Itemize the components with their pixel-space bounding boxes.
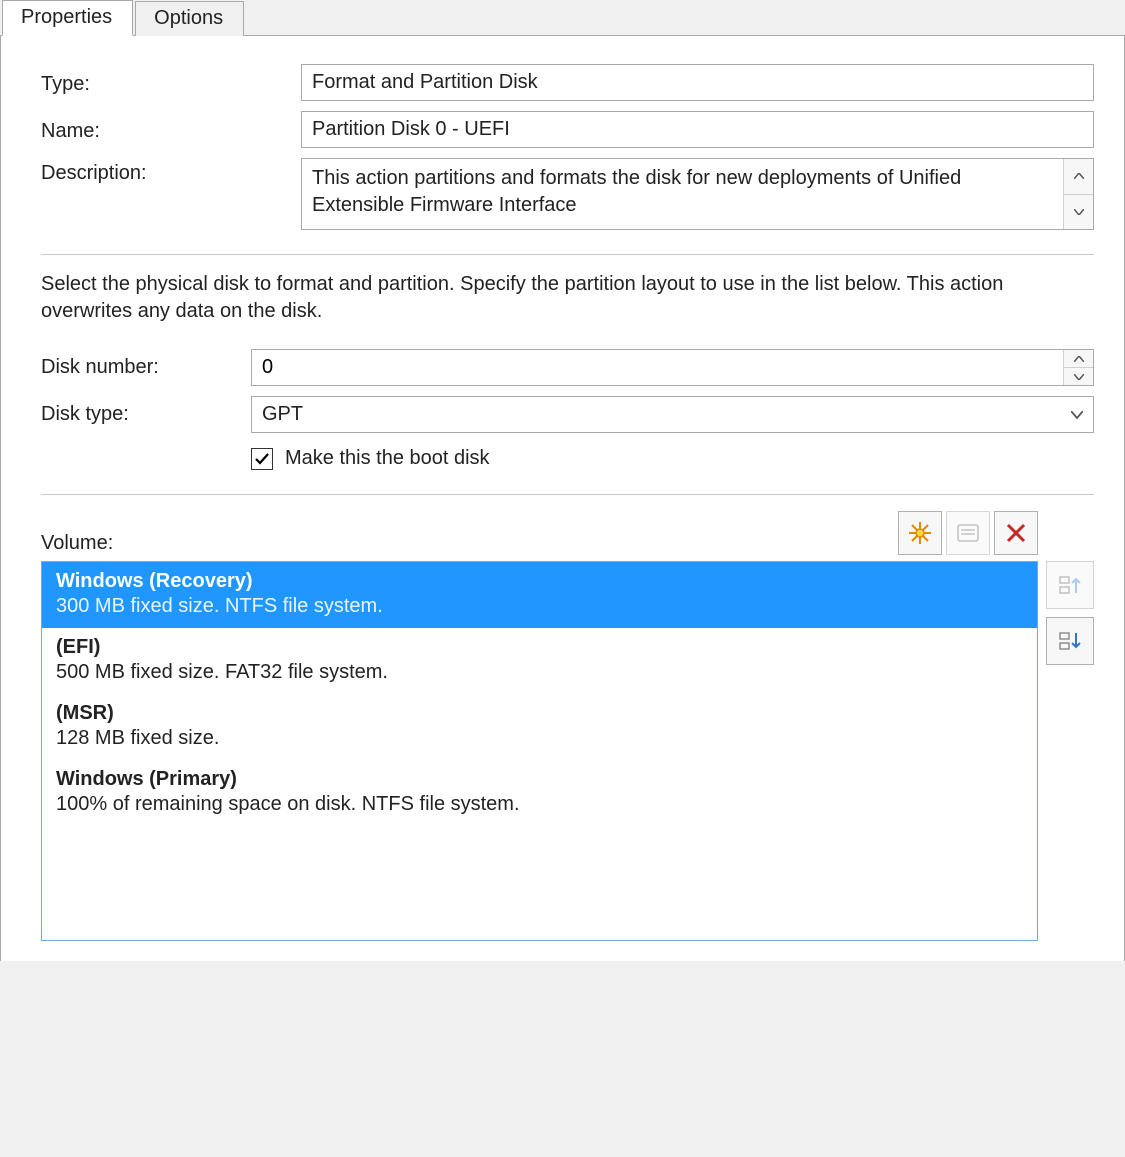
scroll-down-icon[interactable]	[1064, 195, 1093, 230]
disk-type-label: Disk type:	[41, 403, 251, 426]
volume-item-subtitle: 300 MB fixed size. NTFS file system.	[56, 595, 1023, 618]
volume-item-subtitle: 128 MB fixed size.	[56, 727, 1023, 750]
delete-partition-button[interactable]	[994, 511, 1038, 555]
disk-number-label: Disk number:	[41, 356, 251, 379]
move-down-icon	[1056, 627, 1084, 655]
description-scrollbar[interactable]	[1063, 159, 1093, 229]
boot-disk-checkbox[interactable]	[251, 448, 273, 470]
volume-item[interactable]: (EFI)500 MB fixed size. FAT32 file syste…	[42, 628, 1037, 694]
boot-disk-label: Make this the boot disk	[285, 447, 490, 470]
volume-list[interactable]: Windows (Recovery)300 MB fixed size. NTF…	[41, 561, 1038, 941]
type-value: Format and Partition Disk	[301, 64, 1094, 101]
tab-strip: Properties Options	[0, 0, 1125, 36]
new-partition-button[interactable]	[898, 511, 942, 555]
move-up-button	[1046, 561, 1094, 609]
scroll-up-icon[interactable]	[1064, 159, 1093, 195]
name-input[interactable]	[301, 111, 1094, 148]
tab-options[interactable]: Options	[135, 1, 244, 36]
description-label: Description:	[41, 158, 301, 185]
volume-item[interactable]: Windows (Primary)100% of remaining space…	[42, 760, 1037, 826]
volume-item-title: Windows (Recovery)	[56, 570, 1023, 593]
properties-panel: Type: Format and Partition Disk Name: De…	[0, 36, 1125, 961]
stepper-up-icon[interactable]	[1064, 350, 1093, 368]
move-up-icon	[1056, 571, 1084, 599]
volume-item-title: Windows (Primary)	[56, 768, 1023, 791]
description-text[interactable]: This action partitions and formats the d…	[302, 159, 1063, 229]
sunburst-icon	[907, 520, 933, 546]
divider	[41, 254, 1094, 255]
disk-number-input[interactable]	[252, 350, 1063, 385]
volume-item[interactable]: (MSR)128 MB fixed size.	[42, 694, 1037, 760]
divider	[41, 494, 1094, 495]
chevron-down-icon	[1063, 411, 1083, 419]
volume-toolbar	[898, 511, 1038, 555]
volume-item-title: (MSR)	[56, 702, 1023, 725]
stepper-down-icon[interactable]	[1064, 368, 1093, 385]
disk-type-select[interactable]: GPT	[251, 396, 1094, 433]
volume-item-title: (EFI)	[56, 636, 1023, 659]
volume-label: Volume:	[41, 532, 898, 555]
properties-icon	[955, 520, 981, 546]
move-down-button[interactable]	[1046, 617, 1094, 665]
type-label: Type:	[41, 69, 301, 96]
check-icon	[254, 451, 270, 467]
delete-x-icon	[1003, 520, 1029, 546]
tab-properties[interactable]: Properties	[2, 0, 133, 36]
disk-type-value: GPT	[262, 403, 1063, 426]
disk-number-stepper[interactable]	[251, 349, 1094, 386]
volume-item[interactable]: Windows (Recovery)300 MB fixed size. NTF…	[42, 562, 1037, 628]
description-field[interactable]: This action partitions and formats the d…	[301, 158, 1094, 230]
volume-item-subtitle: 100% of remaining space on disk. NTFS fi…	[56, 793, 1023, 816]
name-label: Name:	[41, 116, 301, 143]
instruction-text: Select the physical disk to format and p…	[41, 271, 1094, 325]
volume-item-subtitle: 500 MB fixed size. FAT32 file system.	[56, 661, 1023, 684]
partition-properties-button	[946, 511, 990, 555]
